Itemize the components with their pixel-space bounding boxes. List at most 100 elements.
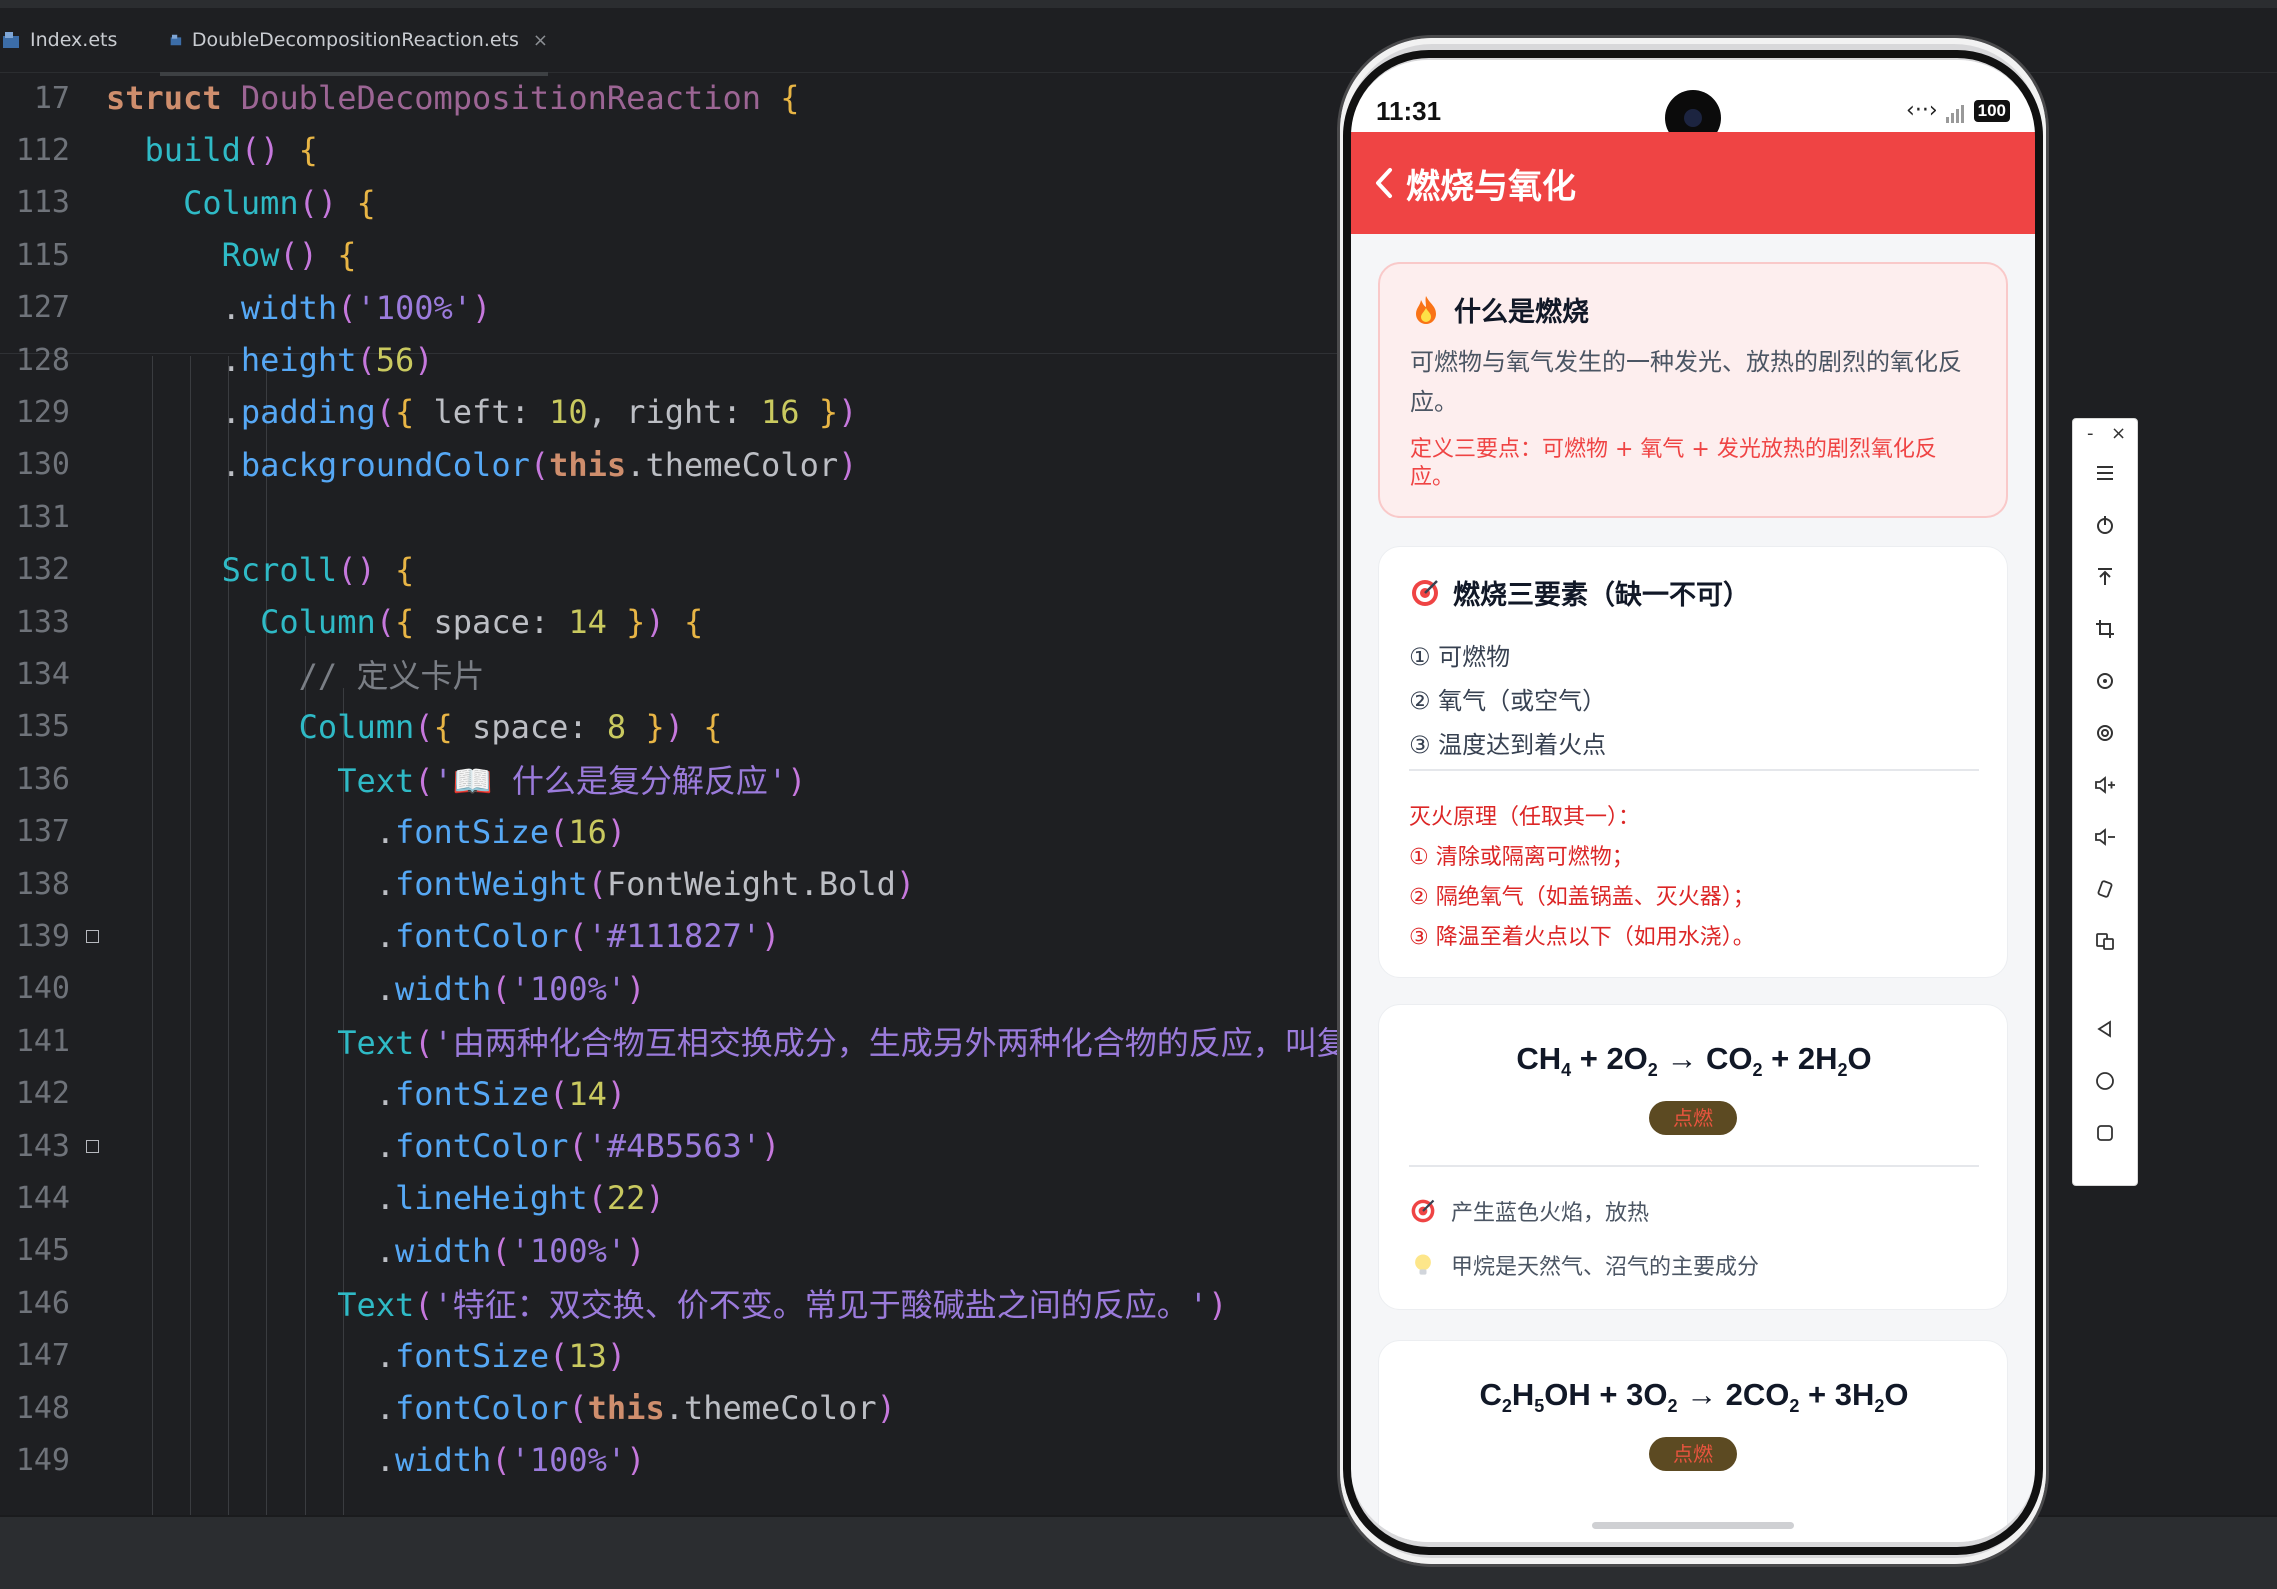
code-line[interactable]: 136 Text('📖 什么是复分解反应') — [0, 753, 1340, 805]
code-line[interactable]: 127 .width('100%') — [0, 282, 1340, 334]
line-number: 137 — [15, 814, 70, 850]
color-preview-marker[interactable] — [86, 1139, 99, 1153]
back-arrow-icon[interactable] — [1364, 153, 1404, 213]
code-line[interactable]: 148 .fontColor(this.themeColor) — [0, 1382, 1340, 1434]
code-text: struct DoubleDecompositionReaction { — [106, 79, 800, 117]
tab-double-decomposition-ets[interactable]: DoubleDecompositionReaction.ets × — [170, 8, 548, 72]
pin-top-icon[interactable] — [2073, 557, 2137, 597]
power-icon[interactable] — [2073, 505, 2137, 545]
code-text: .width('100%') — [106, 288, 492, 327]
elements-title: 燃烧三要素（缺一不可） — [1409, 573, 1750, 612]
line-number: 135 — [15, 709, 70, 745]
code-text: .backgroundColor(this.themeColor) — [106, 445, 858, 484]
rotate-icon[interactable] — [2073, 661, 2137, 701]
data-transfer-icon: ‹··› — [1906, 98, 1938, 123]
shake-icon[interactable] — [2073, 869, 2137, 909]
tab-label: Index.ets — [30, 29, 118, 51]
code-line[interactable]: 137 .fontSize(16) — [0, 806, 1340, 858]
reaction-tip: 甲烷是天然气、沼气的主要成分 — [1409, 1249, 1759, 1281]
line-number: 17 — [33, 80, 70, 116]
file-ets-icon — [170, 34, 182, 46]
element-item: ③ 温度达到着火点 — [1409, 731, 1607, 759]
code-text: .width('100%') — [106, 969, 646, 1008]
code-line[interactable]: 142 .fontSize(14) — [0, 1068, 1340, 1120]
emulator-toolbar: - × — [2072, 418, 2138, 1186]
line-number: 147 — [15, 1338, 70, 1374]
volume-down-icon[interactable] — [2073, 817, 2137, 857]
code-line[interactable]: 133 Column({ space: 14 }) { — [0, 596, 1340, 648]
code-line[interactable]: 140 .width('100%') — [0, 963, 1340, 1015]
definition-body: 可燃物与氧气发生的一种发光、放热的剧烈的氧化反应。 — [1410, 348, 1962, 416]
code-line[interactable]: 129 .padding({ left: 10, right: 16 }) — [0, 386, 1340, 438]
code-text: Row() { — [221, 236, 357, 275]
home-indicator[interactable] — [1592, 1522, 1794, 1529]
page-title: 燃烧与氧化 — [1406, 166, 1576, 207]
code-line[interactable]: 141 Text('由两种化合物互相交换成分，生成另外两种化合物的反应，叫复 — [0, 1015, 1349, 1067]
code-line[interactable]: 132 Scroll() { — [0, 544, 1340, 596]
code-text: Text('由两种化合物互相交换成分，生成另外两种化合物的反应，叫复 — [337, 1024, 1349, 1063]
elements-card: 燃烧三要素（缺一不可） ① 可燃物 ② 氧气（或空气） ③ 温度达到着火点 灭火… — [1378, 546, 2008, 978]
code-text: Column() { — [183, 183, 376, 222]
line-number: 139 — [15, 918, 70, 954]
code-line[interactable]: 139 .fontColor('#111827') — [0, 910, 1340, 962]
content-scroll[interactable]: 什么是燃烧 可燃物与氧气发生的一种发光、放热的剧烈的氧化反应。 定义三要点：可燃… — [1350, 234, 2036, 1542]
signal-icon — [1945, 98, 1966, 123]
code-text: .fontColor(this.themeColor) — [106, 1389, 896, 1427]
code-text: .lineHeight(22) — [106, 1179, 665, 1218]
code-editor[interactable]: 17 struct DoubleDecompositionReaction { 11… — [0, 72, 1349, 1556]
code-line[interactable]: 113 Column() { — [0, 177, 1340, 229]
code-line[interactable]: 145 .width('100%') — [0, 1225, 1340, 1277]
code-line[interactable]: 143 .fontColor('#4B5563') — [0, 1120, 1340, 1172]
code-text: .fontColor('#111827') — [106, 917, 781, 956]
code-text: build() { — [144, 131, 318, 170]
tab-index-ets[interactable]: Index.ets — [0, 8, 142, 72]
code-line[interactable]: 17 struct DoubleDecompositionReaction { — [0, 72, 1340, 124]
screenshot-icon[interactable] — [2073, 713, 2137, 753]
code-line[interactable]: 131 — [0, 491, 1340, 543]
code-text: .fontSize(16) — [106, 812, 627, 851]
code-line[interactable]: 149 .width('100%') — [0, 1434, 1340, 1486]
element-item: ① 可燃物 — [1409, 643, 1511, 671]
menu-icon[interactable] — [2073, 453, 2137, 493]
tab-close-icon[interactable]: × — [533, 30, 548, 51]
code-text: Scroll() { — [221, 550, 415, 589]
line-number: 134 — [15, 656, 70, 692]
code-line[interactable]: 134 // 定义卡片 — [0, 648, 1340, 700]
line-number: 144 — [15, 1180, 70, 1216]
code-text: .height(56) — [106, 341, 434, 379]
fire-principle-title: 灭火原理（任取其一）： — [1409, 805, 1641, 830]
crop-icon[interactable] — [2073, 609, 2137, 649]
code-line[interactable]: 146 Text('特征：双交换、价不变。常见于酸碱盐之间的反应。') — [0, 1277, 1340, 1329]
minimize-button[interactable]: - — [2087, 423, 2094, 444]
code-line[interactable]: 115 Row() { — [0, 229, 1340, 281]
definition-note: 定义三要点：可燃物 + 氧气 + 发光放热的剧烈氧化反应。 — [1410, 437, 1937, 490]
color-preview-marker[interactable] — [86, 929, 99, 943]
fire-icon — [1416, 295, 1436, 324]
close-button[interactable]: × — [2111, 423, 2126, 444]
line-number: 133 — [15, 604, 70, 640]
code-line[interactable]: 135 Column({ space: 8 }) { — [0, 701, 1340, 753]
reaction-equation: C2H5OH + 3O2 → 2CO2 + 3H2O — [1479, 1377, 1909, 1417]
nav-recents-icon[interactable] — [2073, 1113, 2137, 1153]
code-line[interactable]: 112 build() { — [0, 124, 1340, 176]
element-item: ② 氧气（或空气） — [1409, 687, 1607, 715]
volume-up-icon[interactable] — [2073, 765, 2137, 805]
line-number: 145 — [15, 1233, 70, 1269]
code-line[interactable]: 138 .fontWeight(FontWeight.Bold) — [0, 858, 1340, 910]
target-icon — [1411, 1199, 1435, 1223]
code-text: .padding({ left: 10, right: 16 }) — [106, 393, 858, 432]
code-line[interactable]: 128 .height(56) — [0, 334, 1340, 386]
multi-screen-icon[interactable] — [2073, 921, 2137, 961]
code-line[interactable]: 147 .fontSize(13) — [0, 1330, 1340, 1382]
code-line[interactable]: 144 .lineHeight(22) — [0, 1172, 1340, 1224]
code-text: .fontSize(14) — [106, 1074, 627, 1113]
line-number: 142 — [15, 1076, 70, 1112]
line-number: 112 — [15, 132, 70, 168]
definition-card: 什么是燃烧 可燃物与氧气发生的一种发光、放热的剧烈的氧化反应。 定义三要点：可燃… — [1378, 262, 2008, 518]
nav-home-icon[interactable] — [2073, 1061, 2137, 1101]
nav-back-icon[interactable] — [2073, 1009, 2137, 1049]
line-number: 132 — [15, 552, 70, 588]
code-line[interactable]: 130 .backgroundColor(this.themeColor) — [0, 439, 1340, 491]
status-icons: ‹··› 100 — [1906, 98, 2010, 123]
card-divider — [1409, 1165, 1979, 1167]
